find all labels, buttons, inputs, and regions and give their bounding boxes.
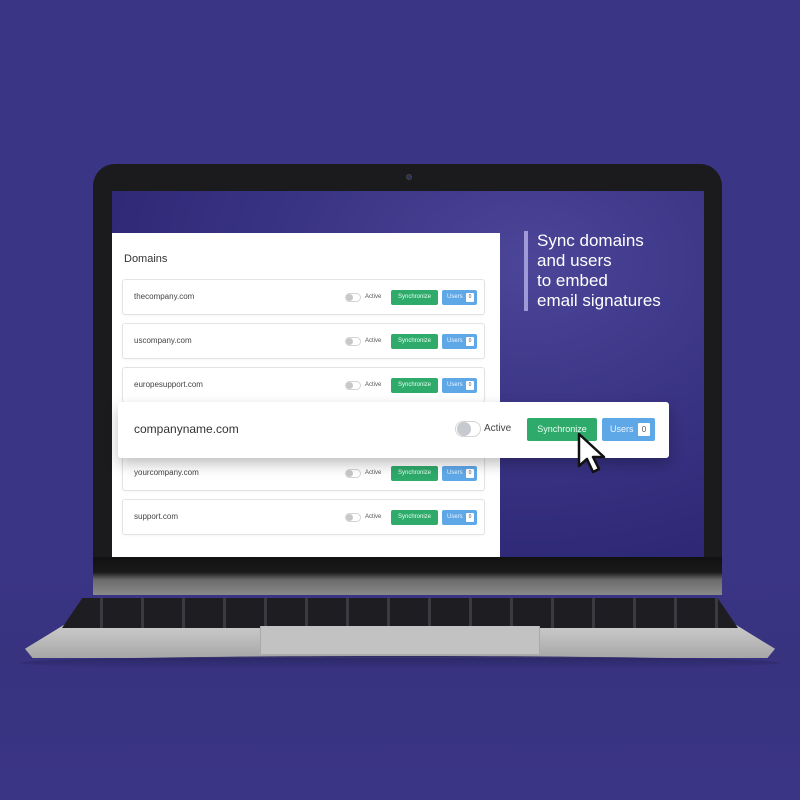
users-count-badge: 0 [638,423,650,436]
active-label: Active [365,294,382,300]
tagline-line: and users [537,251,612,270]
users-count-badge: 0 [466,469,474,478]
active-toggle[interactable] [345,513,361,522]
domain-name: thecompany.com [134,292,195,301]
active-toggle[interactable] [345,293,361,302]
domain-name: companyname.com [134,422,239,436]
active-label: Active [484,423,512,434]
laptop-screen: Domains thecompany.com Active Synchroniz… [112,191,704,557]
users-count-badge: 0 [466,293,474,302]
users-button[interactable]: Users 0 [442,510,477,525]
active-label: Active [365,338,382,344]
mouse-pointer-icon [577,432,606,474]
domain-row: yourcompany.com Active Synchronize Users… [122,455,485,491]
laptop-shadow [20,656,780,670]
panel-title: Domains [124,253,168,265]
domain-name: yourcompany.com [134,468,199,477]
users-label: Users [447,514,463,520]
synchronize-button[interactable]: Synchronize [391,466,438,481]
synchronize-button[interactable]: Synchronize [391,378,438,393]
users-button[interactable]: Users 0 [442,290,477,305]
domain-name: uscompany.com [134,336,192,345]
tagline-line: Sync domains [537,231,644,250]
active-toggle[interactable] [345,469,361,478]
users-button[interactable]: Users 0 [442,466,477,481]
keyboard [62,598,738,628]
synchronize-button[interactable]: Synchronize [391,510,438,525]
users-label: Users [447,382,463,388]
active-toggle[interactable] [345,381,361,390]
synchronize-button[interactable]: Synchronize [391,290,438,305]
users-button[interactable]: Users 0 [442,378,477,393]
users-count-badge: 0 [466,513,474,522]
background [0,560,800,800]
users-label: Users [447,470,463,476]
tagline-line: email signatures [537,291,661,310]
users-label: Users [447,338,463,344]
active-label: Active [365,382,382,388]
active-label: Active [365,514,382,520]
webcam-icon [406,174,412,180]
trackpad [260,626,540,654]
domain-row: thecompany.com Active Synchronize Users 0 [122,279,485,315]
active-toggle[interactable] [455,421,481,437]
domain-row: support.com Active Synchronize Users 0 [122,499,485,535]
active-label: Active [365,470,382,476]
domain-name: support.com [134,512,179,521]
domains-panel: Domains thecompany.com Active Synchroniz… [112,233,500,557]
domain-row: europesupport.com Active Synchronize Use… [122,367,485,403]
domain-name: europesupport.com [134,380,203,389]
users-label: Users [610,424,634,434]
laptop-hinge [93,557,722,595]
users-count-badge: 0 [466,337,474,346]
synchronize-button[interactable]: Synchronize [391,334,438,349]
users-label: Users [447,294,463,300]
active-toggle[interactable] [345,337,361,346]
users-count-badge: 0 [466,381,474,390]
users-button[interactable]: Users 0 [442,334,477,349]
tagline: Sync domains and users to embed email si… [524,231,704,311]
domain-row: uscompany.com Active Synchronize Users 0 [122,323,485,359]
tagline-line: to embed [537,271,608,290]
